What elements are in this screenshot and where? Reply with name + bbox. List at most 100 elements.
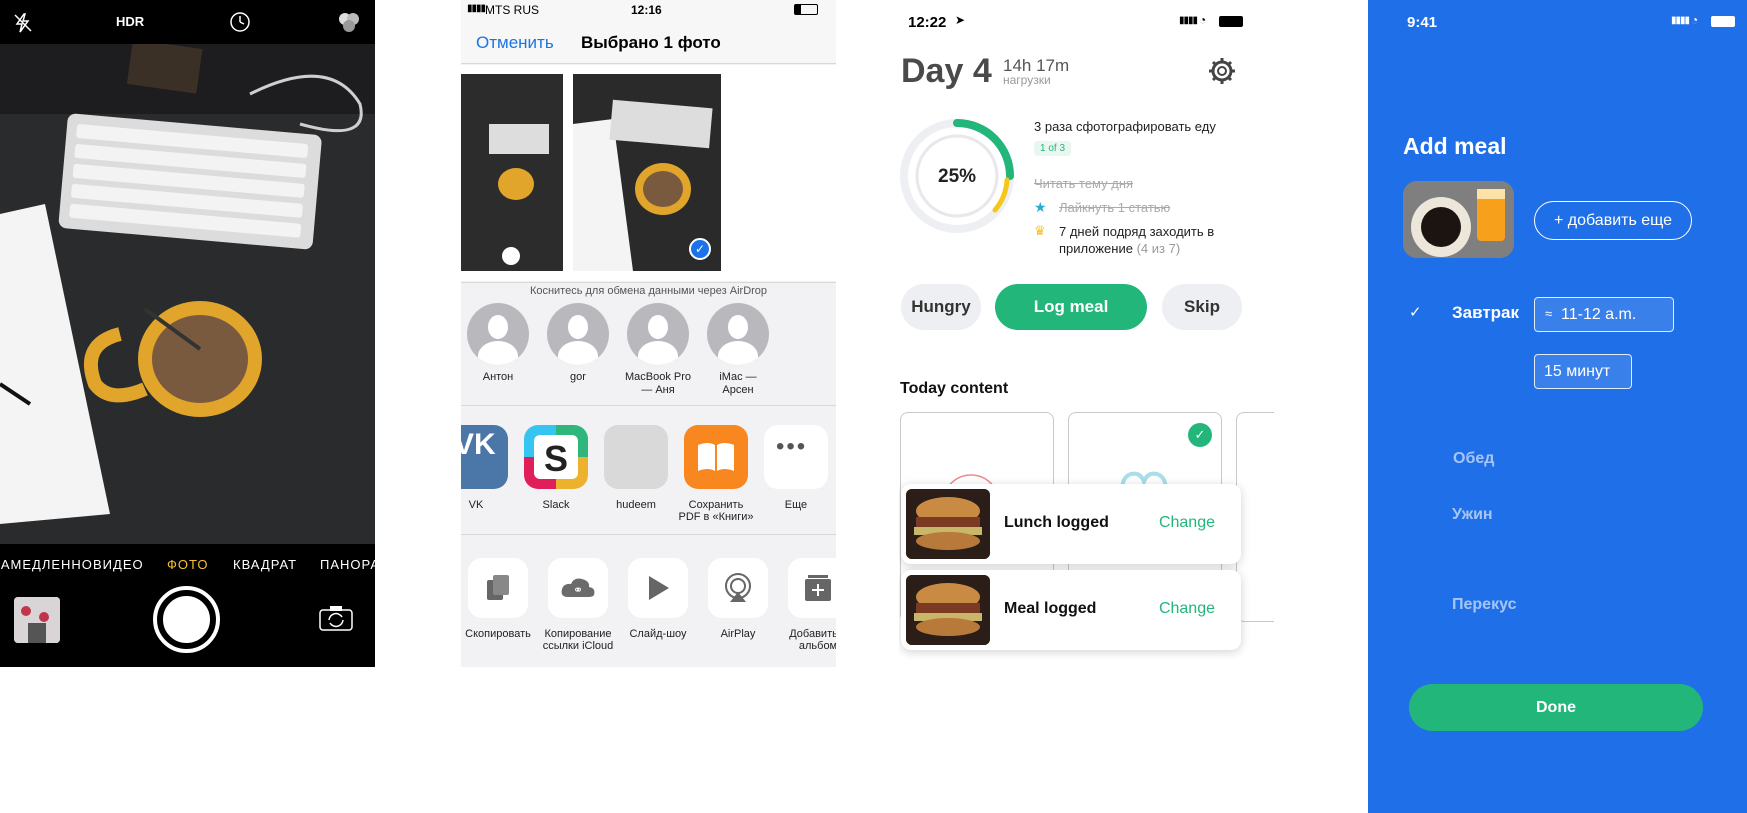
star-icon: ★ (1034, 199, 1047, 215)
meal-row-breakfast[interactable]: Завтрак (1452, 303, 1519, 323)
carrier-label: MTS RUS (485, 3, 539, 17)
last-photo-thumbnail[interactable] (14, 597, 60, 643)
airdrop-hint: Коснитесь для обмена данными через AirDr… (529, 285, 768, 297)
status-time: 9:41 (1407, 14, 1438, 31)
meal-logged-toast: Meal logged Change (901, 570, 1241, 650)
action-slideshow[interactable]: Слайд-шоу (618, 558, 698, 640)
play-icon (628, 558, 688, 618)
shutter-button[interactable] (153, 586, 220, 653)
hungry-button[interactable]: Hungry (901, 284, 981, 330)
hudeem-icon (604, 425, 668, 489)
burger-photo (906, 489, 990, 559)
svg-text:⚭: ⚭ (573, 583, 583, 597)
content-card[interactable] (1236, 412, 1274, 622)
share-app-vk[interactable]: VK VK (461, 425, 514, 511)
action-add-album[interactable]: Добавить в альбом (778, 558, 836, 652)
signal-icon: ▮▮▮▮ (467, 3, 486, 14)
add-album-icon (788, 558, 836, 618)
toast-title: Lunch logged (1004, 514, 1109, 531)
airdrop-person[interactable]: iMac — Арсен (703, 303, 773, 397)
change-link[interactable]: Change (1159, 600, 1215, 618)
airdrop-person[interactable]: gor (543, 303, 613, 384)
share-apps-row: VK VK S Slack hudeem Сохранить PDF в «Кн… (461, 407, 836, 535)
done-button[interactable]: Done (1409, 684, 1703, 731)
day-tracker-screen: 12:22 ➤ ▮▮▮▮ ◔ Day 4 14h 17m нагрузки 25… (899, 0, 1274, 667)
mode-video[interactable]: ВИДЕО (93, 557, 144, 572)
battery-icon (1219, 16, 1243, 27)
log-meal-button[interactable]: Log meal (995, 284, 1147, 330)
timer-icon[interactable] (228, 10, 252, 34)
mode-slowmo[interactable]: ЗАМЕДЛЕННО (0, 557, 93, 572)
action-copy[interactable]: Скопировать (461, 558, 538, 640)
card-check-icon: ✓ (1188, 423, 1212, 447)
books-icon (684, 425, 748, 489)
photo-thumb-1[interactable] (461, 74, 563, 271)
camera-viewfinder[interactable] (0, 44, 375, 544)
airdrop-person[interactable]: Антон (463, 303, 533, 384)
camera-top-bar: HDR (0, 0, 375, 44)
share-app-hudeem[interactable]: hudeem (598, 425, 674, 511)
airplay-icon (708, 558, 768, 618)
filters-icon[interactable] (336, 10, 362, 34)
add-meal-screen: 9:41 ▮▮▮▮ ◔ Add meal + добавить еще ✓ За… (1368, 0, 1747, 813)
battery-icon (1711, 16, 1735, 27)
cancel-button[interactable]: Отменить (476, 33, 554, 53)
mode-photo[interactable]: ФОТО (167, 557, 208, 572)
vk-icon: VK (461, 425, 508, 489)
person-avatar-icon (547, 303, 609, 365)
person-avatar-icon (707, 303, 769, 365)
mode-pano[interactable]: ПАНОРАМА (320, 557, 375, 572)
meal-photo[interactable] (1403, 181, 1514, 258)
time-field[interactable]: ≈ 11-12 a.m. (1534, 297, 1674, 332)
task-text: 3 раза сфотографировать еду (1034, 119, 1216, 134)
flash-off-icon[interactable] (12, 12, 34, 34)
mode-square[interactable]: КВАДРАТ (233, 557, 297, 572)
slack-icon: S (524, 425, 588, 489)
share-app-more[interactable]: ••• Еще (758, 425, 834, 511)
lunch-logged-toast: Lunch logged Change (901, 484, 1241, 564)
airdrop-person[interactable]: MacBook Pro — Аня (623, 303, 693, 397)
share-app-books[interactable]: Сохранить PDF в «Книги» (678, 425, 754, 523)
status-time: 12:22 (908, 14, 947, 31)
person-avatar-icon (467, 303, 529, 365)
crown-icon: ♛ (1034, 223, 1046, 238)
meal-row-snack[interactable]: Перекус (1452, 596, 1516, 614)
svg-text:S: S (544, 438, 568, 479)
share-sheet-screen: ▮▮▮▮ MTS RUS 12:16 Отменить Выбрано 1 фо… (461, 0, 836, 667)
progress-percent: 25% (938, 166, 977, 187)
battery-icon (794, 4, 818, 15)
copy-icon (468, 558, 528, 618)
toast-title: Meal logged (1004, 600, 1097, 617)
meal-row-lunch[interactable]: Обед (1453, 450, 1494, 468)
more-dots-icon: ••• (764, 425, 828, 489)
action-icloud-link[interactable]: ⚭ Копирование ссылки iCloud (538, 558, 618, 652)
load-label: нагрузки (1003, 73, 1051, 87)
page-title: Add meal (1403, 133, 1507, 159)
task-text-done: Лайкнуть 1 статью (1059, 200, 1171, 215)
action-airplay[interactable]: AirPlay (698, 558, 778, 640)
person-avatar-icon (627, 303, 689, 365)
task-badge: 1 of 3 (1034, 141, 1072, 156)
share-app-slack[interactable]: S Slack (518, 425, 594, 511)
hdr-toggle[interactable]: HDR (116, 14, 144, 29)
camera-mode-picker[interactable]: ЗАМЕДЛЕННО ВИДЕО ФОТО КВАДРАТ ПАНОРАМА (0, 555, 375, 577)
task-streak: 7 дней подряд заходить в приложение (4 и… (1059, 224, 1215, 256)
change-link[interactable]: Change (1159, 514, 1215, 532)
status-time: 12:16 (631, 3, 662, 17)
wifi-icon: ◔ (1199, 13, 1207, 27)
check-icon: ✓ (1409, 304, 1422, 321)
burger-photo (906, 575, 990, 645)
camera-screen: HDR ЗАМЕДЛЕННО ВИДЕО ФОТО КВАДРАТ ПАНОР (0, 0, 375, 667)
add-more-button[interactable]: + добавить еще (1534, 201, 1692, 240)
skip-button[interactable]: Skip (1162, 284, 1242, 330)
meal-row-dinner[interactable]: Ужин (1452, 506, 1493, 524)
photo-thumb-2-selected[interactable]: ✓ (573, 74, 721, 271)
settings-gear-icon[interactable] (1207, 56, 1237, 86)
photo-strip[interactable]: ✓ (461, 65, 836, 281)
duration-field[interactable]: 15 минут (1534, 354, 1632, 389)
share-actions-row: Скопировать ⚭ Копирование ссылки iCloud … (461, 536, 836, 667)
day-title: Day 4 (901, 52, 992, 90)
selected-check-icon: ✓ (689, 238, 711, 260)
icloud-link-icon: ⚭ (548, 558, 608, 618)
flip-camera-icon[interactable] (318, 604, 354, 632)
